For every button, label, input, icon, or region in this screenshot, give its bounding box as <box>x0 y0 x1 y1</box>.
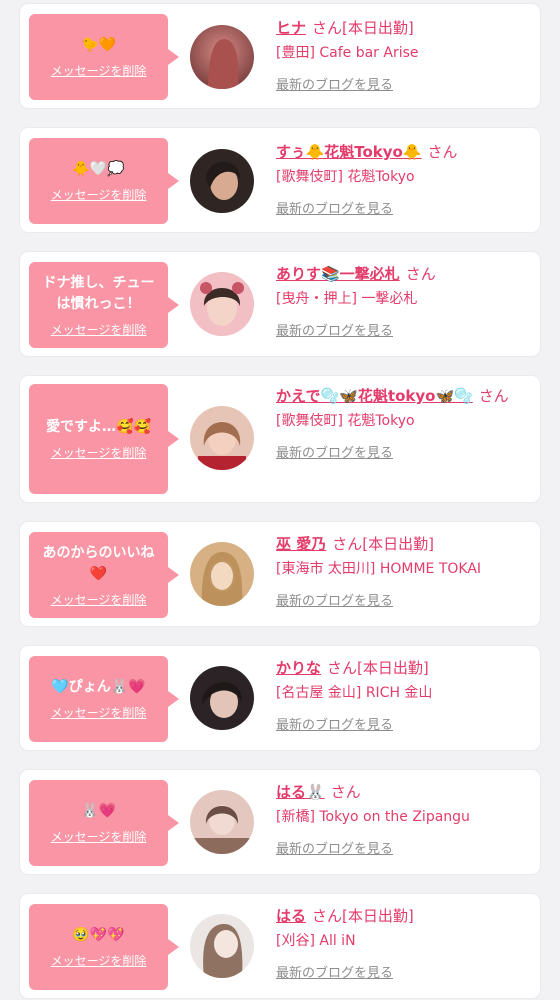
status-badge: [本日出勤] <box>342 19 414 37</box>
honorific: さん <box>332 535 363 553</box>
message-bubble: 愛ですよ…🥰🥰 メッセージを削除 <box>29 384 179 494</box>
girl-name-link[interactable]: かりな <box>276 659 321 677</box>
avatar-image <box>190 666 254 730</box>
avatar-image <box>190 406 254 470</box>
delete-message-link[interactable]: メッセージを削除 <box>51 952 147 969</box>
honorific: さん <box>312 19 343 37</box>
avatar[interactable] <box>190 542 254 606</box>
shop-name: [新橋] Tokyo on the Zipangu <box>276 809 470 825</box>
status-badge: [本日出勤] <box>357 659 429 677</box>
girl-name-link[interactable]: 巫 愛乃 <box>276 535 326 553</box>
honorific: さん <box>312 907 343 925</box>
honorific: さん <box>427 143 458 161</box>
shop-name: [名古屋 金山] RICH 金山 <box>276 685 433 701</box>
avatar[interactable] <box>190 406 254 470</box>
girl-name-link[interactable]: ヒナ <box>276 19 306 37</box>
latest-blog-link[interactable]: 最新のブログを見る <box>276 842 530 858</box>
latest-blog-link[interactable]: 最新のブログを見る <box>276 78 530 94</box>
status-badge: [本日出勤] <box>362 535 434 553</box>
girl-info: ヒナ さん[本日出勤] [豊田] Cafe bar Arise 最新のブログを見る <box>276 18 530 94</box>
avatar-image <box>190 790 254 854</box>
avatar[interactable] <box>190 790 254 854</box>
girl-name-link[interactable]: はる🐰 <box>276 783 325 801</box>
girl-info: すぅ🐥花魁Tokyo🐥 さん [歌舞伎町] 花魁Tokyo 最新のブログを見る <box>276 142 530 218</box>
message-bubble: 🩵ぴょん🐰💗 メッセージを削除 <box>29 656 179 742</box>
girl-name-link[interactable]: かえで🫧🦋花魁tokyo🦋🫧 <box>276 387 473 405</box>
message-text: 🐤🧡 <box>81 37 116 53</box>
list-item: 🐰💗 メッセージを削除 はる🐰 さん [新橋] Tokyo on the Zipa… <box>20 770 540 874</box>
shop-name: [東海市 太田川] HOMME TOKAI <box>276 561 482 577</box>
honorific: さん <box>330 783 361 801</box>
avatar-image <box>190 914 254 978</box>
girl-info: はる さん[本日出勤] [刈谷] All iN 最新のブログを見る <box>276 906 530 982</box>
delete-message-link[interactable]: メッセージを削除 <box>51 704 147 721</box>
honorific: さん <box>405 265 436 283</box>
shop-name: [歌舞伎町] 花魁Tokyo <box>276 413 415 429</box>
message-bubble: 🥹💖💖 メッセージを削除 <box>29 904 179 990</box>
girl-info: はる🐰 さん [新橋] Tokyo on the Zipangu 最新のブログを見… <box>276 782 530 858</box>
message-text: あのからのいいね ❤️ <box>42 544 155 582</box>
shop-name: [豊田] Cafe bar Arise <box>276 45 419 61</box>
honorific: さん <box>478 387 509 405</box>
honorific: さん <box>327 659 358 677</box>
girl-info: かえで🫧🦋花魁tokyo🦋🫧 さん [歌舞伎町] 花魁Tokyo 最新のブログを見… <box>276 386 530 462</box>
status-badge: [本日出勤] <box>342 907 414 925</box>
avatar[interactable] <box>190 25 254 89</box>
message-text: 🐥🤍💭 <box>72 161 125 177</box>
message-bubble: ドナ推し、チュー は慣れっこ！ メッセージを削除 <box>29 262 179 348</box>
message-bubble: 🐤🧡 メッセージを削除 <box>29 14 179 100</box>
avatar[interactable] <box>190 666 254 730</box>
list-item: 🥹💖💖 メッセージを削除 はる さん[本日出勤] [刈谷] All iN 最新のブ… <box>20 894 540 998</box>
avatar[interactable] <box>190 149 254 213</box>
latest-blog-link[interactable]: 最新のブログを見る <box>276 966 530 982</box>
message-bubble: 🐥🤍💭 メッセージを削除 <box>29 138 179 224</box>
list-item: 🐥🤍💭 メッセージを削除 すぅ🐥花魁Tokyo🐥 さん [歌舞伎町] 花魁Toky… <box>20 128 540 232</box>
girl-name-link[interactable]: すぅ🐥花魁Tokyo🐥 <box>276 143 422 161</box>
message-text: 🩵ぴょん🐰💗 <box>51 679 146 695</box>
delete-message-link[interactable]: メッセージを削除 <box>51 591 147 608</box>
delete-message-link[interactable]: メッセージを削除 <box>51 321 147 338</box>
latest-blog-link[interactable]: 最新のブログを見る <box>276 446 530 462</box>
delete-message-link[interactable]: メッセージを削除 <box>51 444 147 461</box>
list-item: 🐤🧡 メッセージを削除 ヒナ さん[本日出勤] [豊田] Cafe bar Ari… <box>20 4 540 108</box>
shop-name: [曳舟・押上] 一撃必札 <box>276 291 418 307</box>
delete-message-link[interactable]: メッセージを削除 <box>51 186 147 203</box>
girl-name-link[interactable]: はる <box>276 907 306 925</box>
message-bubble: 🐰💗 メッセージを削除 <box>29 780 179 866</box>
message-bubble: あのからのいいね ❤️ メッセージを削除 <box>29 532 179 618</box>
delete-message-link[interactable]: メッセージを削除 <box>51 62 147 79</box>
avatar-image <box>190 272 254 336</box>
latest-blog-link[interactable]: 最新のブログを見る <box>276 594 530 610</box>
latest-blog-link[interactable]: 最新のブログを見る <box>276 324 530 340</box>
avatar[interactable] <box>190 272 254 336</box>
message-text: 愛ですよ…🥰🥰 <box>46 419 151 435</box>
message-text: 🐰💗 <box>81 803 116 819</box>
avatar-image <box>190 542 254 606</box>
latest-blog-link[interactable]: 最新のブログを見る <box>276 718 530 734</box>
girl-info: かりな さん[本日出勤] [名古屋 金山] RICH 金山 最新のブログを見る <box>276 658 530 734</box>
avatar-image <box>190 25 254 89</box>
list-item: あのからのいいね ❤️ メッセージを削除 巫 愛乃 さん[本日出勤] [東海市 太田… <box>20 522 540 626</box>
message-text: ドナ推し、チュー は慣れっこ！ <box>42 274 155 312</box>
shop-name: [歌舞伎町] 花魁Tokyo <box>276 169 415 185</box>
avatar[interactable] <box>190 914 254 978</box>
girl-info: ありす📚一撃必札 さん [曳舟・押上] 一撃必札 最新のブログを見る <box>276 264 530 340</box>
list-item: 🩵ぴょん🐰💗 メッセージを削除 かりな さん[本日出勤] [名古屋 金山] RIC… <box>20 646 540 750</box>
delete-message-link[interactable]: メッセージを削除 <box>51 828 147 845</box>
message-text: 🥹💖💖 <box>72 927 125 943</box>
avatar-image <box>190 149 254 213</box>
girl-name-link[interactable]: ありす📚一撃必札 <box>276 265 400 283</box>
girl-info: 巫 愛乃 さん[本日出勤] [東海市 太田川] HOMME TOKAI 最新のブロ… <box>276 534 530 610</box>
shop-name: [刈谷] All iN <box>276 933 356 949</box>
list-item: 愛ですよ…🥰🥰 メッセージを削除 かえで🫧🦋花魁tokyo🦋🫧 さん [歌舞伎町]… <box>20 376 540 502</box>
list-item: ドナ推し、チュー は慣れっこ！ メッセージを削除 ありす📚一撃必札 さん [曳舟・押… <box>20 252 540 356</box>
latest-blog-link[interactable]: 最新のブログを見る <box>276 202 530 218</box>
